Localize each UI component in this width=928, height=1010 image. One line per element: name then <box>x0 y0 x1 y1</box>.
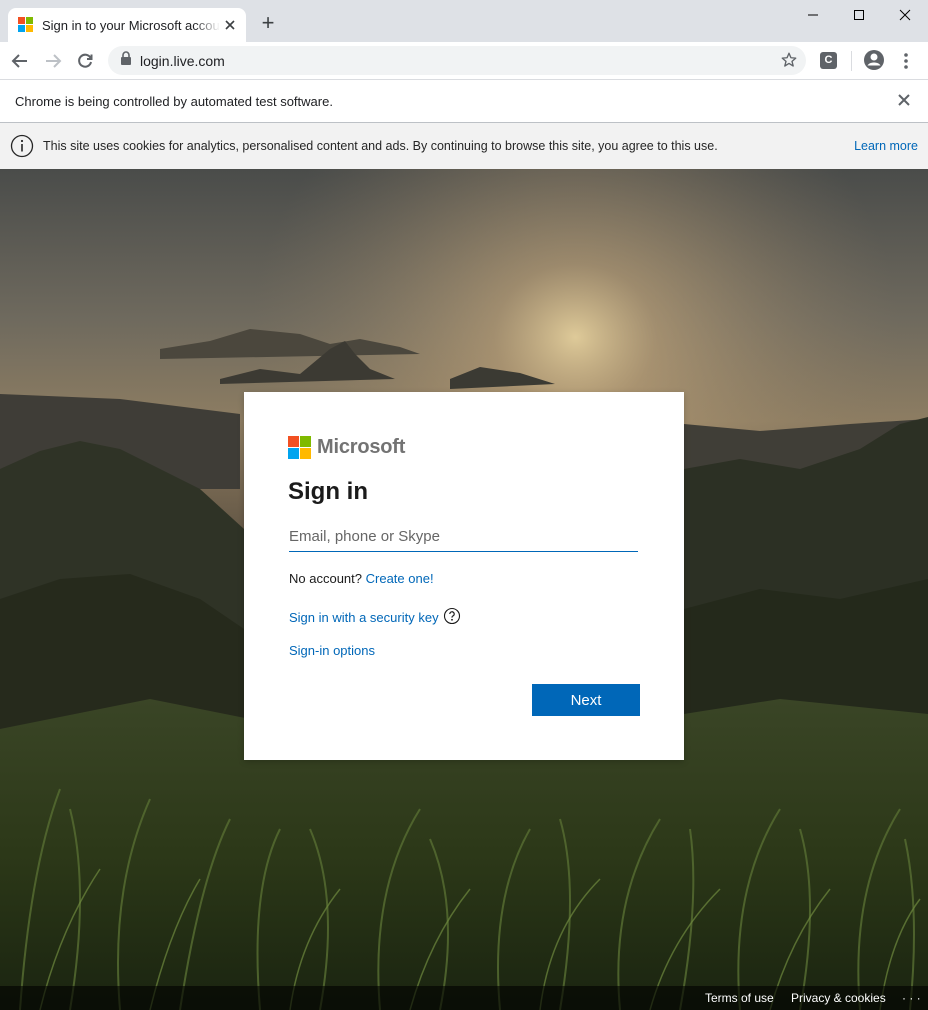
extension-icon[interactable]: C <box>820 52 837 69</box>
minimize-icon[interactable] <box>790 0 836 30</box>
signin-card: Microsoft Sign in No account? Create one… <box>244 392 684 760</box>
cookie-text: This site uses cookies for analytics, pe… <box>43 139 718 153</box>
no-account-row: No account? Create one! <box>289 571 434 586</box>
create-account-link[interactable]: Create one! <box>366 571 434 586</box>
next-button[interactable]: Next <box>532 684 640 716</box>
page-footer: Terms of use Privacy & cookies · · · <box>0 986 928 1010</box>
learn-more-link[interactable]: Learn more <box>854 139 918 153</box>
privacy-link[interactable]: Privacy & cookies <box>791 991 886 1005</box>
security-key-row: Sign in with a security key <box>289 607 461 628</box>
lock-icon <box>120 51 132 70</box>
new-tab-button[interactable]: + <box>256 12 280 36</box>
terms-link[interactable]: Terms of use <box>705 991 774 1005</box>
url-text: login.live.com <box>140 52 225 69</box>
microsoft-logo-icon <box>288 436 311 459</box>
brand-name: Microsoft <box>317 436 406 458</box>
window-controls <box>790 0 928 30</box>
browser-tab[interactable]: Sign in to your Microsoft account <box>8 8 246 42</box>
back-arrow-icon[interactable] <box>7 48 33 74</box>
profile-icon[interactable] <box>863 49 885 76</box>
maximize-icon[interactable] <box>836 0 882 30</box>
email-field[interactable] <box>289 522 638 552</box>
signin-options-link[interactable]: Sign-in options <box>289 643 375 658</box>
window-close-icon[interactable] <box>882 0 928 30</box>
microsoft-logo: Microsoft <box>288 436 405 459</box>
security-key-link[interactable]: Sign in with a security key <box>289 610 439 625</box>
signin-options-row: Sign-in options <box>289 643 375 658</box>
help-circle-icon[interactable] <box>443 607 461 628</box>
close-icon[interactable] <box>222 17 238 33</box>
forward-arrow-icon[interactable] <box>40 48 66 74</box>
tab-strip: Sign in to your Microsoft account + <box>0 0 928 42</box>
microsoft-logo-icon <box>18 17 34 33</box>
page-title: Sign in <box>288 478 368 505</box>
more-vert-icon[interactable] <box>898 50 914 72</box>
close-icon[interactable] <box>896 92 912 108</box>
automation-infobar: Chrome is being controlled by automated … <box>0 79 928 123</box>
reload-icon[interactable] <box>72 48 98 74</box>
more-options-button[interactable]: · · · <box>902 991 921 1005</box>
star-icon[interactable] <box>780 51 798 74</box>
no-account-text: No account? <box>289 571 362 586</box>
info-icon <box>10 134 34 161</box>
infobar-text: Chrome is being controlled by automated … <box>15 93 333 109</box>
tab-title: Sign in to your Microsoft account <box>42 17 220 33</box>
address-bar[interactable]: login.live.com <box>108 46 806 75</box>
toolbar-divider <box>851 51 852 71</box>
browser-toolbar: login.live.com C <box>0 42 928 79</box>
cookie-banner: This site uses cookies for analytics, pe… <box>0 123 928 169</box>
